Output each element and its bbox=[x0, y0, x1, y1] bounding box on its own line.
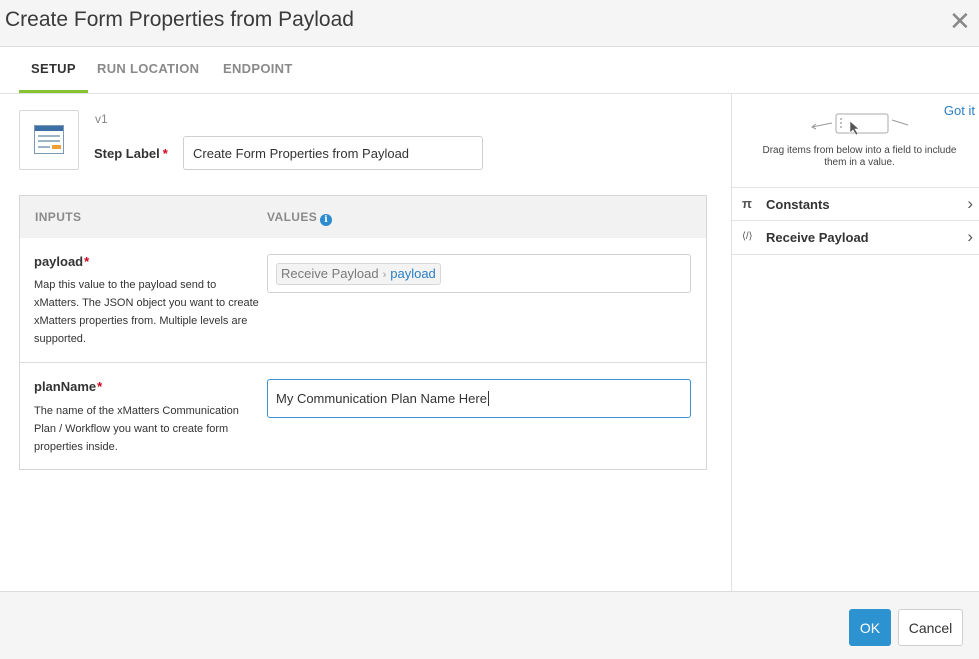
side-panel: Got it Drag items from below into a fiel… bbox=[731, 94, 979, 591]
step-label-input[interactable] bbox=[183, 136, 483, 170]
panel-item-constants[interactable]: π Constants › bbox=[732, 187, 979, 221]
dialog-title: Create Form Properties from Payload bbox=[5, 8, 354, 31]
pi-icon: π bbox=[742, 196, 752, 211]
payload-value-field[interactable]: Receive Payload › payload bbox=[267, 254, 691, 293]
setup-panel: v1 Step Label* INPUTS VALUESi payload* M… bbox=[0, 94, 731, 591]
input-name-payload: payload* bbox=[34, 254, 90, 269]
dialog-footer: OK Cancel bbox=[0, 591, 979, 659]
tab-run-location[interactable]: RUN LOCATION bbox=[97, 47, 199, 93]
code-icon: ⟨/⟩ bbox=[742, 231, 753, 242]
input-description: The name of the xMatters Communication P… bbox=[34, 405, 239, 453]
chevron-right-icon: › bbox=[967, 227, 973, 246]
got-it-link[interactable]: Got it bbox=[944, 103, 975, 118]
tab-endpoint[interactable]: ENDPOINT bbox=[223, 47, 293, 93]
table-row: planName* The name of the xMatters Commu… bbox=[20, 363, 706, 469]
tab-setup[interactable]: SETUP bbox=[19, 47, 88, 93]
required-mark: * bbox=[162, 146, 168, 161]
chevron-right-icon: › bbox=[967, 194, 973, 213]
step-label-title: Step Label * bbox=[94, 146, 168, 161]
values-column-header: VALUES i bbox=[267, 210, 333, 226]
text-cursor bbox=[487, 391, 489, 406]
table-header: INPUTS VALUES i bbox=[20, 196, 706, 238]
inputs-table: INPUTS VALUES i payload* Map this value t… bbox=[19, 195, 707, 470]
chevron-right-icon: › bbox=[382, 269, 387, 281]
planname-value-field[interactable]: My Communication Plan Name Here bbox=[267, 379, 691, 418]
payload-value-pill[interactable]: Receive Payload › payload bbox=[276, 263, 441, 285]
drag-hint-icon bbox=[811, 113, 909, 136]
input-description: Map this value to the payload send to xM… bbox=[34, 279, 259, 345]
form-step-icon bbox=[19, 110, 79, 170]
planname-value-text: My Communication Plan Name Here bbox=[276, 391, 489, 406]
input-name-planname: planName* bbox=[34, 379, 103, 394]
drag-hint-text: Drag items from below into a field to in… bbox=[762, 145, 957, 168]
ok-button[interactable]: OK bbox=[849, 609, 891, 646]
tab-bar: SETUP RUN LOCATION ENDPOINT bbox=[0, 47, 979, 94]
panel-item-label: Receive Payload bbox=[766, 230, 869, 245]
step-version: v1 bbox=[95, 112, 108, 126]
dialog-header: Create Form Properties from Payload ✕ bbox=[0, 0, 979, 47]
panel-item-receive-payload[interactable]: ⟨/⟩ Receive Payload › bbox=[732, 221, 979, 255]
table-row: payload* Map this value to the payload s… bbox=[20, 238, 706, 363]
info-icon[interactable]: i bbox=[320, 214, 333, 226]
panel-item-label: Constants bbox=[766, 197, 830, 212]
inputs-column-header: INPUTS bbox=[35, 210, 82, 224]
close-icon[interactable]: ✕ bbox=[949, 8, 971, 34]
cancel-button[interactable]: Cancel bbox=[898, 609, 963, 646]
